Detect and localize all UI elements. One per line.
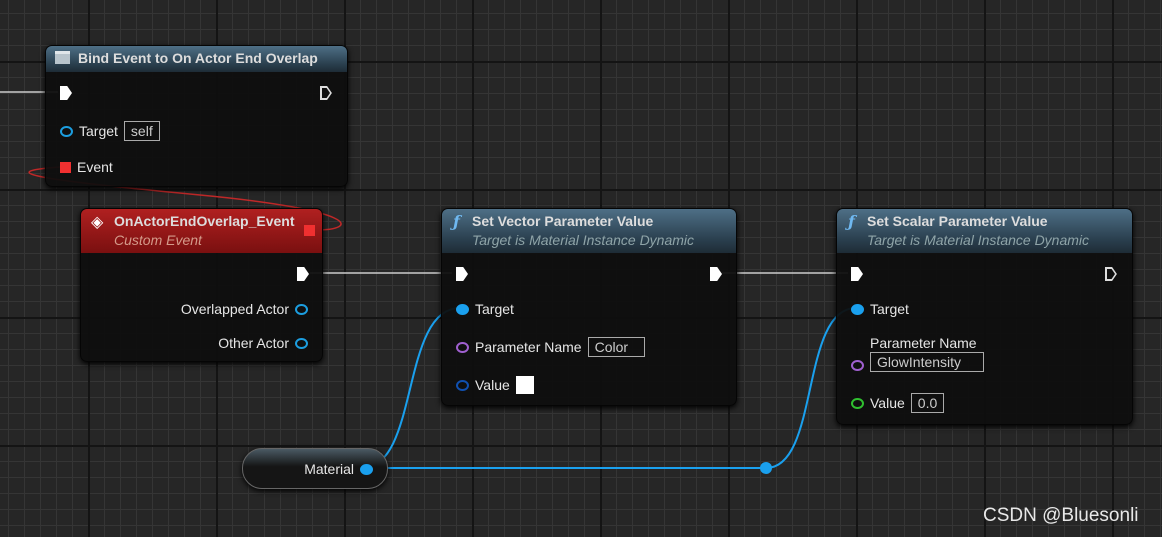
- event-delegate-pin[interactable]: [60, 161, 71, 173]
- target-label: Target: [475, 301, 514, 317]
- node-title: Set Scalar Parameter Value: [867, 213, 1048, 229]
- parameter-name-label: Parameter Name: [475, 339, 582, 355]
- material-label: Material: [304, 461, 354, 477]
- material-variable-node[interactable]: Material: [242, 448, 388, 489]
- node-subtitle: Custom Event: [114, 232, 202, 248]
- overlapped-actor-pin[interactable]: [295, 303, 308, 315]
- event-diamond-icon: ◈: [91, 212, 104, 231]
- value-pin[interactable]: [851, 397, 864, 409]
- node-title: OnActorEndOverlap_Event: [114, 213, 295, 229]
- bind-event-node[interactable]: Bind Event to On Actor End Overlap Targe…: [45, 45, 348, 187]
- value-pin[interactable]: [456, 379, 469, 391]
- exec-in-pin[interactable]: [456, 267, 468, 281]
- value-label: Value: [475, 377, 510, 393]
- exec-in-pin[interactable]: [851, 267, 863, 281]
- parameter-name-pin[interactable]: [851, 360, 864, 371]
- parameter-name-label: Parameter Name: [870, 335, 977, 351]
- value-label: Value: [870, 395, 905, 411]
- function-icon: ƒ: [453, 212, 460, 231]
- target-field[interactable]: self: [123, 121, 160, 141]
- target-pin[interactable]: [60, 125, 73, 137]
- custom-event-node[interactable]: ◈ OnActorEndOverlap_Event Custom Event O…: [80, 208, 323, 362]
- material-out-pin[interactable]: [360, 463, 373, 475]
- color-swatch[interactable]: [515, 376, 534, 394]
- parameter-name-field[interactable]: Color: [587, 337, 645, 357]
- parameter-name-field[interactable]: GlowIntensity: [870, 352, 984, 372]
- parameter-name-pin[interactable]: [456, 341, 469, 353]
- exec-out-pin[interactable]: [710, 267, 722, 281]
- other-actor-label: Other Actor: [218, 335, 289, 351]
- function-box-icon: [55, 51, 70, 64]
- node-title: Set Vector Parameter Value: [472, 213, 654, 229]
- node-subtitle: Target is Material Instance Dynamic: [472, 232, 695, 248]
- watermark: CSDN @Bluesonli: [983, 505, 1139, 526]
- value-field[interactable]: 0.0: [910, 393, 945, 413]
- node-title: Bind Event to On Actor End Overlap: [78, 50, 318, 66]
- target-pin[interactable]: [456, 303, 469, 315]
- target-label: Target: [870, 301, 909, 317]
- reroute-knot: [760, 462, 772, 474]
- exec-out-pin[interactable]: [320, 86, 332, 100]
- node-subtitle: Target is Material Instance Dynamic: [867, 232, 1090, 248]
- exec-in-pin[interactable]: [60, 86, 72, 100]
- overlapped-actor-label: Overlapped Actor: [180, 301, 289, 317]
- function-icon: ƒ: [848, 212, 855, 231]
- exec-out-pin[interactable]: [1105, 267, 1117, 281]
- event-label: Event: [77, 159, 113, 175]
- set-vector-parameter-node[interactable]: ƒ Set Vector Parameter Value Target is M…: [441, 208, 737, 406]
- other-actor-pin[interactable]: [295, 337, 308, 349]
- exec-out-pin[interactable]: [297, 267, 309, 281]
- target-label: Target: [79, 123, 118, 139]
- delegate-out-pin[interactable]: [304, 225, 315, 236]
- set-scalar-parameter-node[interactable]: ƒ Set Scalar Parameter Value Target is M…: [836, 208, 1133, 425]
- target-pin[interactable]: [851, 303, 864, 315]
